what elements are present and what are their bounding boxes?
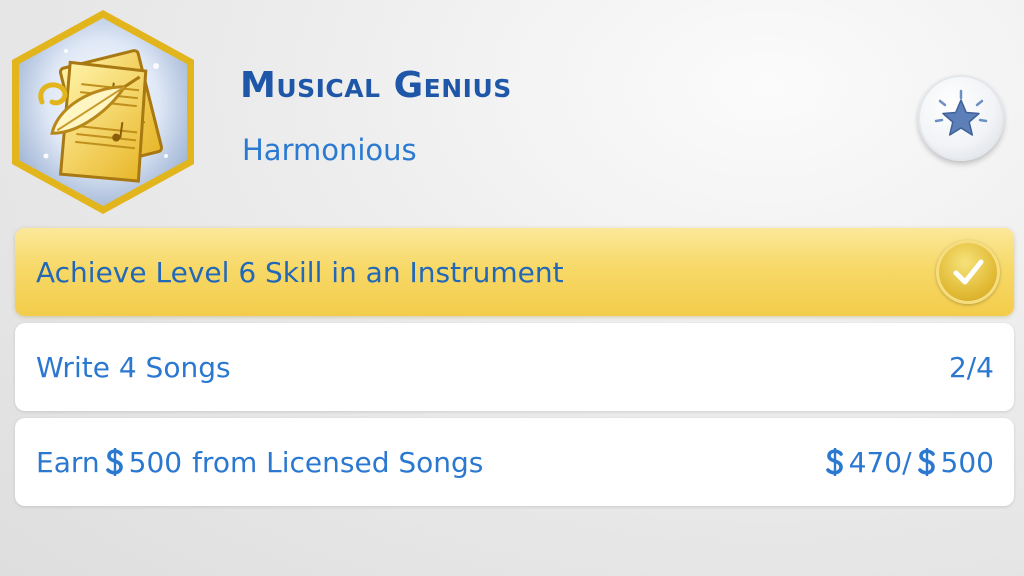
star-icon — [934, 89, 988, 136]
aspiration-panel: Musical Genius Harmonious Achieve Level … — [0, 0, 1024, 576]
goal-progress-target: 500 — [940, 445, 994, 479]
goal-label: Write 4 Songs — [36, 350, 231, 384]
simoleon-icon — [825, 448, 843, 476]
goal-label-suffix: from Licensed Songs — [192, 445, 484, 479]
goal-label: Achieve Level 6 Skill in an Instrument — [36, 255, 564, 289]
checkmark-icon — [936, 240, 1000, 304]
goal-item-licensed-songs: Earn 500 from Licensed Songs 470 / 500 — [15, 418, 1014, 506]
goal-item-write-songs: Write 4 Songs 2/4 — [15, 323, 1014, 411]
simoleon-icon — [105, 448, 123, 476]
goal-progress: 470 / 500 — [820, 446, 994, 479]
favorite-aspiration-button[interactable] — [918, 75, 1004, 161]
goal-list: Achieve Level 6 Skill in an Instrument W… — [15, 228, 1014, 513]
goal-label-prefix: Earn — [36, 445, 100, 479]
goal-item-instrument-skill: Achieve Level 6 Skill in an Instrument — [15, 228, 1014, 316]
goal-label: Earn 500 from Licensed Songs — [36, 446, 483, 479]
aspiration-subtitle: Harmonious — [242, 133, 417, 167]
simoleon-icon — [917, 448, 935, 476]
goal-progress: 2/4 — [948, 350, 994, 384]
aspiration-title: Musical Genius — [240, 65, 512, 106]
goal-progress-separator: / — [902, 445, 912, 479]
goal-progress-current: 470 — [848, 445, 903, 479]
sheet-music-quill-icon — [12, 10, 194, 214]
goal-label-amount: 500 — [128, 445, 183, 479]
